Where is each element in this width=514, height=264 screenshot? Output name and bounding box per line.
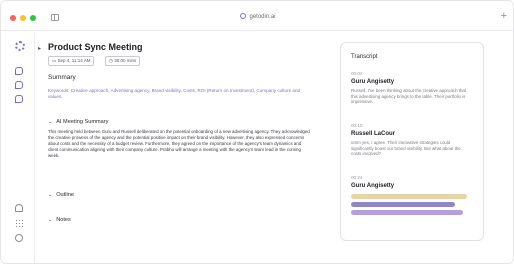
chevron-down-icon: ⌄	[48, 217, 53, 223]
user-icon[interactable]	[15, 234, 23, 242]
chat-icon[interactable]	[15, 67, 23, 75]
clock-icon: ◷	[109, 58, 113, 63]
ai-summary-text: This meeting held between Guru and Russe…	[48, 129, 310, 158]
chat-alt-icon[interactable]	[15, 81, 23, 89]
outline-toggle[interactable]: ⌄ Outline	[48, 192, 74, 198]
chat-add-icon[interactable]	[15, 95, 23, 103]
duration-chip: ◷ 30:00 mins	[105, 56, 141, 66]
speaker-name: Guru Angisetty	[351, 183, 395, 189]
transcript-heading: Transcript	[351, 54, 378, 60]
ai-summary-heading: AI Meeting Summary	[56, 119, 109, 125]
loading-bar	[351, 202, 455, 207]
timestamp: 00:02	[351, 71, 363, 76]
ai-summary-toggle[interactable]: ⌄ AI Meeting Summary	[48, 119, 108, 125]
summary-heading: Summary	[48, 74, 76, 81]
address-bar[interactable]: getodin.ai	[1, 13, 513, 21]
loading-bar	[351, 194, 467, 199]
speaker-name: Guru Angisetty	[351, 79, 395, 85]
chevron-down-icon: ⌄	[48, 119, 53, 125]
collapse-caret-icon[interactable]: ▸	[38, 45, 41, 52]
transcript-text: Russell, I've been thinking about the cr…	[351, 88, 467, 104]
keywords-text: Keywords: Creative approach, Advertising…	[48, 88, 301, 99]
app-window: getodin.ai + ▸ Product Sync Meeting ▭ Se…	[0, 0, 514, 264]
chevron-down-icon: ⌄	[48, 192, 53, 198]
outline-heading: Outline	[56, 192, 74, 198]
timestamp: 00:24	[351, 175, 363, 180]
duration-text: 30:00 mins	[114, 58, 137, 63]
bell-icon[interactable]	[15, 204, 23, 212]
transcript-panel: Transcript 00:02 Guru Angisetty Russell,…	[340, 42, 484, 241]
meeting-title: Product Sync Meeting	[48, 42, 143, 52]
title-bar: getodin.ai +	[1, 1, 513, 31]
calendar-icon: ▭	[52, 58, 57, 63]
url-text: getodin.ai	[249, 14, 276, 20]
notes-heading: Notes	[56, 217, 71, 223]
date-chip: ▭ Sep 4, 11:14 AM	[48, 56, 95, 66]
timestamp: 00:10	[351, 123, 363, 128]
apps-grid-icon[interactable]	[15, 219, 23, 227]
loading-bar	[351, 210, 463, 215]
left-rail	[1, 31, 35, 263]
notes-toggle[interactable]: ⌄ Notes	[48, 217, 71, 223]
transcript-text: umm yes, I agree. Their innovative strat…	[351, 140, 461, 156]
date-text: Sep 4, 11:14 AM	[57, 58, 91, 63]
odin-logo-icon[interactable]	[15, 41, 25, 51]
site-icon	[240, 13, 247, 19]
new-tab-icon[interactable]: +	[501, 10, 507, 22]
speaker-name: Russell LaCour	[351, 131, 396, 137]
